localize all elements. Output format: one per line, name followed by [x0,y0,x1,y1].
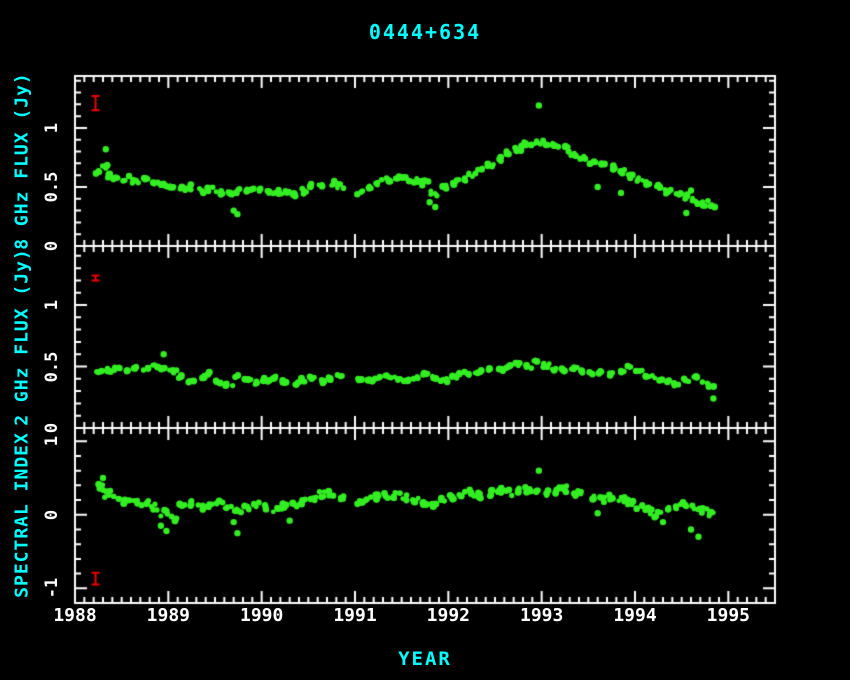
chart-title: 0444+634 [0,20,850,44]
x-tick-label-1990: 1990 [240,605,283,626]
y-tick-label-spectral-index-1: 1 [42,436,62,446]
x-axis-title: YEAR [0,648,850,670]
y-tick-label-flux2-0.5: 0.5 [42,351,62,382]
y-axis-title-spectral-index: SPECTRAL INDEX [12,432,33,598]
x-tick-label-1989: 1989 [147,605,190,626]
y-tick-label-spectral-index--1: -1 [42,578,62,598]
y-tick-label-flux2-1: 1 [42,300,62,310]
y-tick-label-flux2-0: 0 [42,423,62,433]
y-tick-label-flux8-0: 0 [42,241,62,251]
x-tick-label-1991: 1991 [333,605,376,626]
x-tick-label-1992: 1992 [427,605,470,626]
x-tick-label-1994: 1994 [613,605,656,626]
x-tick-label-1988: 1988 [53,605,96,626]
y-tick-label-flux8-0.5: 0.5 [42,172,62,203]
light-curve-figure: 0444+634 8 GHz FLUX (Jy) 2 GHz FLUX (Jy)… [0,0,850,680]
y-tick-label-spectral-index-0: 0 [42,510,62,520]
y-axis-title-8ghz-flux: 8 GHz FLUX (Jy) [12,72,33,250]
y-tick-label-flux8-1: 1 [42,123,62,133]
x-tick-label-1995: 1995 [707,605,750,626]
x-tick-label-1993: 1993 [520,605,563,626]
plot-canvas [0,0,850,680]
y-axis-title-2ghz-flux: 2 GHz FLUX (Jy) [12,248,33,426]
